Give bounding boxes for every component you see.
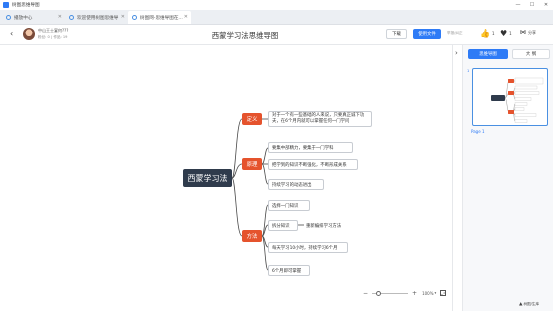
zoom-control: − + 100% ▾ ⤢ [357, 288, 450, 298]
watermark-text: 树图/生库 [523, 302, 540, 306]
zoom-slider-knob[interactable] [375, 290, 381, 296]
app-icon [3, 2, 9, 8]
tab-welcome[interactable]: 欢迎使用树图思维导 ✕ [65, 11, 128, 24]
tab-globe-icon [6, 15, 11, 20]
mindmap-branch-principle[interactable]: 原理 [242, 158, 262, 170]
mindmap-branch-method[interactable]: 方法 [242, 230, 262, 242]
thumbnail-preview [491, 77, 544, 123]
tab-close-icon[interactable]: ✕ [58, 14, 62, 20]
mindmap-leaf-node[interactable]: 6个月即可掌握 [268, 265, 310, 276]
tab-outline[interactable]: 大 纲 [512, 49, 550, 59]
tab-label: 欢迎使用树图思维导 [77, 15, 119, 21]
collapse-panel-icon[interactable]: › [455, 49, 458, 57]
mindmap-root-node[interactable]: 西蒙学习法 [183, 169, 232, 187]
report-link[interactable]: 举报/纠正 [447, 31, 463, 36]
favorite-button[interactable]: ♥ 1 [500, 29, 512, 38]
page-thumbnail[interactable] [472, 68, 548, 126]
mindmap-branch-definition[interactable]: 定义 [242, 113, 262, 125]
zoom-out-button[interactable]: − [363, 290, 368, 297]
zoom-slider[interactable] [372, 290, 409, 296]
right-panel: 思维导图 大 纲 1 Page 1 [463, 45, 553, 311]
share-label: 分享 [528, 29, 536, 35]
use-file-button[interactable]: 使用文件 [413, 29, 441, 39]
like-button[interactable]: 👍 1 [480, 29, 495, 38]
window-controls: — ☐ ✕ [511, 0, 553, 10]
chevron-down-icon[interactable]: ▾ [435, 291, 437, 295]
close-window-icon[interactable]: ✕ [539, 0, 553, 10]
tab-label: 树图网-思维导图在... [140, 15, 183, 21]
mindmap-canvas[interactable]: 西蒙学习法 定义 原理 方法 对于一个有一些基础的人来说，只要真正诚下功夫，在6… [0, 45, 457, 311]
tab-mindmap[interactable]: 思维导图 [468, 49, 508, 59]
fit-screen-icon[interactable]: ⤢ [440, 290, 447, 296]
mindmap-leaf-node[interactable]: 把学到的知识不断强化，不断形成关系 [268, 159, 358, 170]
mindmap-leaf-node[interactable]: 拆分知识 [268, 220, 298, 231]
tab-close-icon[interactable]: ✕ [121, 14, 125, 20]
share-icon: ⋈ [520, 29, 526, 36]
tab-mindmap-online[interactable]: 树图网-思维导图在... ✕ [128, 11, 191, 24]
mindmap-leaf-node[interactable]: 对于一个有一些基础的人来说，只要真正诚下功夫，在6个月内就可以掌握任何一门学问 [268, 111, 372, 127]
tab-globe-icon [69, 15, 74, 20]
watermark: ▲ 树图/生库 [519, 302, 539, 307]
mindmap-leaf-node[interactable]: 每天学习10小时，持续学习6个月 [268, 242, 348, 253]
zoom-level[interactable]: 100% [422, 291, 433, 296]
tab-globe-icon [132, 15, 137, 20]
tab-close-icon[interactable]: ✕ [184, 14, 188, 20]
tab-strip: 播放中心 ✕ 欢迎使用树图思维导 ✕ 树图网-思维导图在... ✕ [0, 10, 553, 25]
panel-rail: › [452, 45, 463, 311]
heart-icon: ♥ [500, 29, 508, 38]
author-name[interactable]: 中山王士宴何??? [38, 28, 68, 34]
avatar[interactable] [23, 28, 35, 40]
window-title: 树图思维导图 [12, 3, 40, 8]
tab-play-center[interactable]: 播放中心 ✕ [2, 11, 65, 24]
warning-icon: ▲ [519, 302, 523, 307]
zoom-in-button[interactable]: + [412, 290, 417, 297]
tab-label: 播放中心 [14, 15, 33, 21]
favorite-count: 1 [509, 31, 512, 36]
back-arrow-icon[interactable]: ‹ [10, 29, 13, 38]
mindmap-sub-leaf-node[interactable]: 重新编排学习方法 [306, 220, 356, 231]
like-count: 1 [491, 31, 495, 36]
maximize-icon[interactable]: ☐ [525, 0, 539, 10]
download-button[interactable]: 下载 [386, 29, 407, 39]
page-label: Page 1 [471, 129, 485, 134]
mindmap-leaf-node[interactable]: 选择一门知识 [268, 200, 310, 211]
page-number: 1 [467, 69, 470, 73]
mindmap-leaf-node[interactable]: 要集中部精力，要集于一门学科 [268, 142, 353, 153]
thumbs-up-icon: 👍 [480, 29, 490, 38]
mindmap-leaf-node[interactable]: 持续学习的动态进出 [268, 179, 324, 190]
page-title: 西蒙学习法思维导图 [211, 31, 279, 40]
minimize-icon[interactable]: — [511, 0, 525, 10]
document-header: ‹ 中山王士宴何??? 粉丝: 0 | 作品: 19 西蒙学习法思维导图 下载 … [0, 25, 553, 45]
author-stats: 粉丝: 0 | 作品: 19 [38, 35, 68, 39]
window-titlebar: 树图思维导图 — ☐ ✕ [0, 0, 553, 10]
share-button[interactable]: ⋈ 分享 [520, 29, 536, 36]
